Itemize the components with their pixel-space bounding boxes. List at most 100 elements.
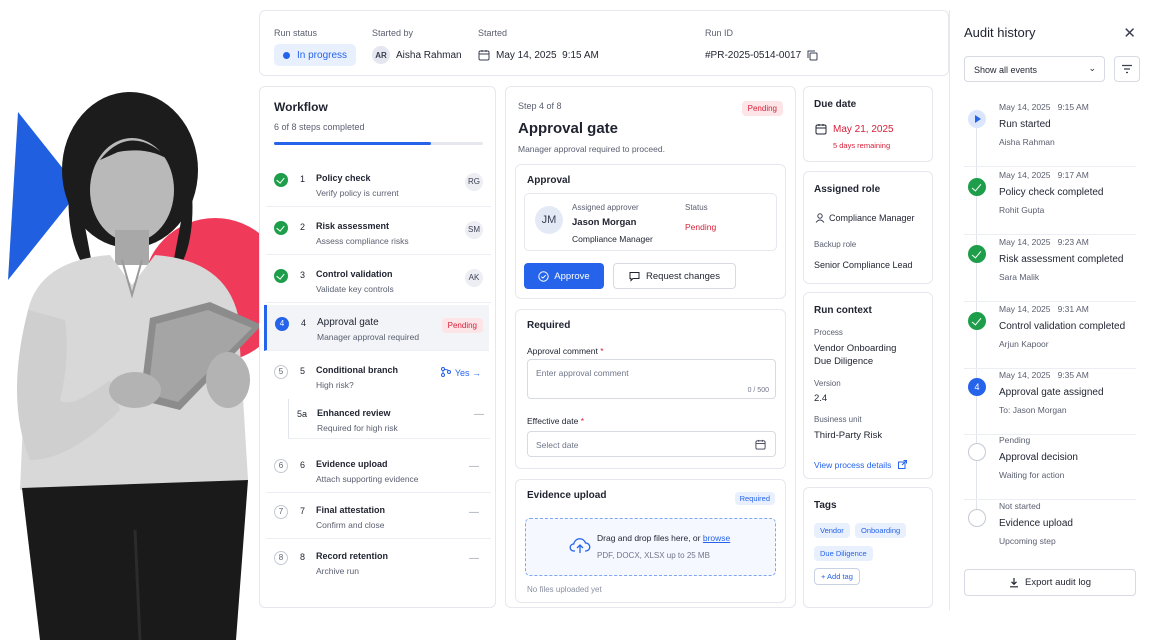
workflow-title: Workflow [274, 100, 328, 114]
run-status-value: In progress [297, 49, 348, 61]
browse-link[interactable]: browse [703, 533, 730, 543]
approver-role: Compliance Manager [572, 234, 653, 244]
play-icon [968, 110, 986, 128]
view-process-details-link[interactable]: View process details [814, 460, 907, 470]
export-label: Export audit log [1024, 577, 1091, 588]
process-label: Process [814, 328, 843, 337]
step-number: 2 [300, 222, 306, 232]
export-audit-log-button[interactable]: Export audit log [964, 569, 1136, 596]
assignee-avatar: AK [465, 269, 483, 287]
check-circle-icon [968, 245, 986, 263]
assignee-avatar: RG [465, 173, 483, 191]
status-label: Status [685, 203, 708, 212]
step-description: Verify policy is current [316, 188, 399, 198]
audit-event: 4 May 14, 2025 9:35 AM Approval gate ass… [964, 370, 1136, 435]
started-by-name: Aisha Rahman [396, 49, 462, 61]
step-name: Enhanced review [317, 408, 391, 418]
step-description: Archive run [316, 566, 359, 576]
approve-button[interactable]: Approve [524, 263, 604, 289]
event-person: Sara Malik [999, 272, 1040, 282]
card-title: Assigned role [814, 184, 881, 195]
business-unit-label: Business unit [814, 415, 862, 424]
step-name: Approval gate [317, 317, 379, 328]
approver-card: JM Assigned approver Jason Morgan Compli… [524, 193, 777, 251]
avatar: AR [372, 46, 390, 64]
status-dot-icon [283, 51, 290, 59]
assigned-role-card: Assigned role Compliance Manager Backup … [803, 171, 933, 284]
step-number: 3 [300, 270, 306, 280]
event-filter-select[interactable]: Show all events ⌄ [964, 56, 1105, 82]
progress-fill [274, 142, 431, 145]
no-files-text: No files uploaded yet [527, 585, 602, 594]
step-name: Policy check [316, 173, 371, 183]
file-dropzone[interactable]: Drag and drop files here, or browse PDF,… [525, 518, 776, 576]
approval-comment-input[interactable]: Enter approval comment 0 / 500 [527, 359, 776, 399]
cloud-upload-icon [569, 538, 591, 553]
step-dash: — [469, 461, 479, 472]
audit-event: Pending Approval decision Waiting for ac… [964, 435, 1136, 500]
event-time: May 14, 2025 9:31 AM [999, 304, 1089, 314]
step-number: 5 [300, 366, 306, 376]
event-person: Arjun Kapoor [999, 339, 1049, 349]
workflow-step-5a[interactable]: 5a Enhanced review Required for high ris… [288, 399, 490, 439]
date-label-text: Effective date [527, 416, 579, 426]
workflow-step-3[interactable]: 3 Control validation Validate key contro… [266, 257, 491, 303]
run-id-label: Run ID [705, 28, 734, 38]
step-name: Risk assessment [316, 221, 390, 231]
tag-chip[interactable]: Due Diligence [814, 546, 873, 561]
avatar: JM [535, 206, 563, 234]
started-field: Started May 14, 2025 9:15 AM [478, 28, 599, 65]
event-time: May 14, 2025 9:15 AM [999, 102, 1089, 112]
tag-chip[interactable]: Vendor [814, 523, 850, 538]
comment-label: Approval comment * [527, 346, 604, 356]
workflow-step-2[interactable]: 2 Risk assessment Assess compliance risk… [266, 209, 491, 255]
workflow-step-8[interactable]: 8 8 Record retention Archive run — [266, 539, 491, 585]
started-label: Started [478, 28, 508, 38]
step-name: Record retention [316, 551, 389, 561]
workflow-step-7[interactable]: 7 7 Final attestation Confirm and close … [266, 493, 491, 539]
backup-role-value: Senior Compliance Lead [814, 260, 913, 270]
version-value: 2.4 [814, 393, 828, 404]
audit-event: May 14, 2025 9:31 AM Control validation … [964, 304, 1136, 369]
copy-icon[interactable] [807, 50, 818, 61]
audit-event: Not started Evidence upload Upcoming ste… [964, 501, 1136, 566]
step-description: Validate key controls [316, 284, 394, 294]
add-tag-button[interactable]: + Add tag [814, 568, 860, 585]
calendar-icon [478, 50, 490, 61]
close-icon[interactable]: ✕ [1123, 24, 1136, 42]
workflow-step-4[interactable]: 4 4 Approval gate Manager approval requi… [264, 305, 489, 351]
calendar-icon [815, 124, 827, 135]
required-badge: Required [734, 492, 775, 505]
filter-button[interactable] [1114, 56, 1140, 82]
started-value: May 14, 2025 9:15 AM [496, 49, 599, 61]
evidence-upload-section: Evidence upload Required Drag and drop f… [515, 479, 786, 603]
event-title: Approval gate assigned [999, 387, 1104, 398]
comment-placeholder: Enter approval comment [536, 368, 629, 378]
step-number: 6 [300, 460, 306, 470]
external-link-icon [897, 460, 907, 469]
step-name: Conditional branch [316, 365, 398, 375]
request-changes-button[interactable]: Request changes [613, 263, 736, 289]
tag-chip[interactable]: Onboarding [855, 523, 907, 538]
step-description: High risk? [316, 380, 354, 390]
event-person: Rohit Gupta [999, 205, 1045, 215]
workflow-step-6[interactable]: 6 6 Evidence upload Attach supporting ev… [266, 447, 491, 493]
event-time: May 14, 2025 9:17 AM [999, 170, 1089, 180]
approval-gate-panel: Step 4 of 8 Pending Approval gate Manage… [505, 86, 796, 608]
branch-yes-link[interactable]: Yes → [440, 367, 481, 378]
workflow-step-5[interactable]: 5 5 Conditional branch High risk? Yes → [266, 353, 491, 399]
date-placeholder: Select date [536, 440, 579, 450]
branch-icon [440, 367, 451, 377]
run-summary-bar: Run status In progress Started by AR Aish… [259, 10, 949, 76]
section-title: Required [527, 320, 571, 331]
run-status-label: Run status [274, 28, 318, 38]
event-title: Run started [999, 119, 1051, 130]
workflow-progress-bar [274, 142, 483, 145]
calendar-icon[interactable] [755, 439, 766, 450]
request-changes-label: Request changes [646, 270, 720, 282]
workflow-step-1[interactable]: 1 Policy check Verify policy is current … [266, 161, 491, 207]
step-number: 4 [301, 318, 307, 328]
effective-date-input[interactable]: Select date [527, 431, 776, 457]
run-id-field: Run ID #PR-2025-0514-0017 [705, 28, 818, 65]
char-counter: 0 / 500 [747, 387, 769, 394]
